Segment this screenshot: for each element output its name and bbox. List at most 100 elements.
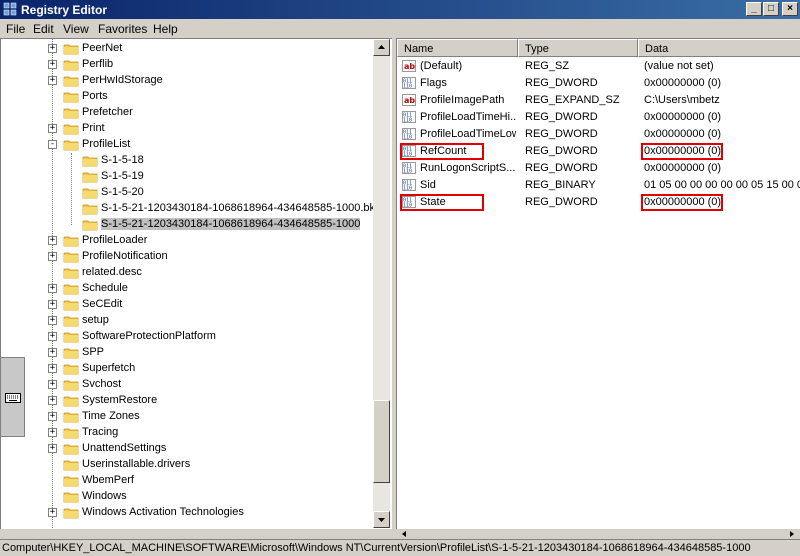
value-row[interactable]: 011 110 RunLogonScriptS... REG_DWORD 0x00000… [397,160,800,177]
tree-item-label: SeCEdit [82,298,123,310]
menu-edit[interactable]: Edit [33,22,54,36]
expand-icon[interactable]: + [48,44,57,53]
expand-icon[interactable]: + [48,316,57,325]
tree-item[interactable]: + SystemRestore [1,393,373,409]
list-horizontal-scrollbar[interactable] [396,529,800,539]
value-row[interactable]: ab (Default) REG_SZ (value not set) [397,58,800,75]
expand-icon[interactable]: + [48,444,57,453]
column-header-name[interactable]: Name [397,39,518,57]
value-row[interactable]: 011 110 Flags REG_DWORD 0x00000000 (0) [397,75,800,92]
tree-item-label: SoftwareProtectionPlatform [82,330,216,342]
tree-item-label: S-1-5-21-1203430184-1068618964-434648585… [101,218,361,230]
menu-view[interactable]: View [63,22,89,36]
tree-item[interactable]: + SoftwareProtectionPlatform [1,329,373,345]
expand-icon[interactable]: + [48,380,57,389]
folder-icon [82,188,98,199]
expand-icon[interactable]: + [48,252,57,261]
values-list-pane[interactable]: Name Type Data ab (Default) REG_SZ (value n… [396,38,800,529]
binary-value-icon: 011110 [402,77,416,89]
expand-icon[interactable]: + [48,284,57,293]
tree-item[interactable]: + PeerNet [1,41,373,57]
folder-icon [63,236,79,247]
menu-favorites[interactable]: Favorites [98,22,147,36]
scroll-thumb[interactable] [373,400,390,483]
expand-icon[interactable]: + [48,332,57,341]
expand-icon[interactable]: + [48,396,57,405]
column-header-type[interactable]: Type [518,39,638,57]
menu-help[interactable]: Help [153,22,178,36]
tree-item[interactable]: + Schedule [1,281,373,297]
tree-item[interactable]: Userinstallable.drivers [1,457,373,473]
folder-icon [63,508,79,519]
value-row[interactable]: 011 110 ProfileLoadTimeLow REG_DWORD 0x00000… [397,126,800,143]
tree-item[interactable]: + Tracing [1,425,373,441]
tree-item[interactable]: + SeCEdit [1,297,373,313]
expand-icon[interactable]: + [48,428,57,437]
registry-editor-icon [3,2,17,16]
tree-item[interactable]: + ProfileNotification [1,249,373,265]
value-type: REG_DWORD [525,128,598,140]
expand-icon[interactable]: + [48,300,57,309]
tree-vertical-scrollbar[interactable] [373,39,390,528]
tree-item[interactable]: - ProfileList [1,137,373,153]
minimize-button[interactable]: _ [746,2,762,16]
value-data: 0x00000000 (0) [644,162,722,174]
scroll-down-button[interactable] [373,511,390,528]
tree-item[interactable]: + Windows Activation Technologies [1,505,373,521]
tree-item[interactable]: + Time Zones [1,409,373,425]
tree-item-label: Svchost [82,378,122,390]
expand-icon[interactable]: + [48,364,57,373]
tree-item[interactable]: S-1-5-21-1203430184-1068618964-434648585… [1,201,375,217]
tree-item[interactable]: + Print [1,121,373,137]
value-type: REG_DWORD [525,162,598,174]
svg-text:ab: ab [404,96,415,105]
tree-item[interactable]: S-1-5-20 [1,185,373,201]
arrow-left-icon [402,531,406,537]
expand-icon[interactable]: + [48,412,57,421]
tree-item[interactable]: S-1-5-18 [1,153,373,169]
tree-item[interactable]: + UnattendSettings [1,441,373,457]
expand-icon[interactable]: + [48,348,57,357]
value-row[interactable]: 011 110 RefCount REG_DWORD 0x00000000 (0) [397,143,800,160]
collapse-icon[interactable]: - [48,140,57,149]
tree-item[interactable]: related.desc [1,265,373,281]
maximize-button[interactable]: □ [763,2,779,16]
expand-icon[interactable]: + [48,60,57,69]
folder-icon [63,428,79,439]
menu-file[interactable]: File [6,22,25,36]
tree-item[interactable]: Prefetcher [1,105,373,121]
tree-item[interactable]: S-1-5-19 [1,169,373,185]
tree-item[interactable]: WbemPerf [1,473,373,489]
expand-icon[interactable]: + [48,236,57,245]
column-header-data[interactable]: Data [638,39,800,57]
tree-item[interactable]: + Perflib [1,57,373,73]
value-type: REG_DWORD [525,196,598,208]
value-row[interactable]: 011 110 State REG_DWORD 0x00000000 (0) [397,194,800,211]
tree-item[interactable]: Windows [1,489,373,505]
tree-item[interactable]: + Superfetch [1,361,373,377]
tree-item[interactable]: + SPP [1,345,373,361]
tree-item-label: WbemPerf [82,474,134,486]
value-name: ProfileLoadTimeLow [420,128,516,140]
tree-item[interactable]: + PerHwIdStorage [1,73,373,89]
value-row[interactable]: ab ProfileImagePath REG_EXPAND_SZ C:\Users\… [397,92,800,109]
expand-icon[interactable]: + [48,124,57,133]
tree-item[interactable]: S-1-5-21-1203430184-1068618964-434648585… [1,217,373,233]
value-row[interactable]: 011 110 ProfileLoadTimeHi... REG_DWORD 0x000… [397,109,800,126]
expand-icon[interactable]: + [48,76,57,85]
key-tree-pane[interactable]: + PeerNet + Perflib + PerHwIdStorage Ports Pref… [0,38,392,529]
expand-icon[interactable]: + [48,508,57,517]
tree-item[interactable]: + Svchost [1,377,373,393]
on-screen-keyboard-tab[interactable] [0,357,25,437]
svg-text:110: 110 [403,135,412,141]
tree-item[interactable]: + setup [1,313,373,329]
close-button[interactable]: × [782,2,798,16]
tree-item[interactable]: Ports [1,89,373,105]
value-row[interactable]: 011 110 Sid REG_BINARY 01 05 00 00 00 00 00 … [397,177,800,194]
tree-item-label: UnattendSettings [82,442,167,454]
scroll-up-button[interactable] [373,39,390,56]
value-type: REG_EXPAND_SZ [525,94,620,106]
tree-item[interactable]: + ProfileLoader [1,233,373,249]
value-name: RunLogonScriptS... [420,162,516,174]
value-name: (Default) [420,60,463,72]
